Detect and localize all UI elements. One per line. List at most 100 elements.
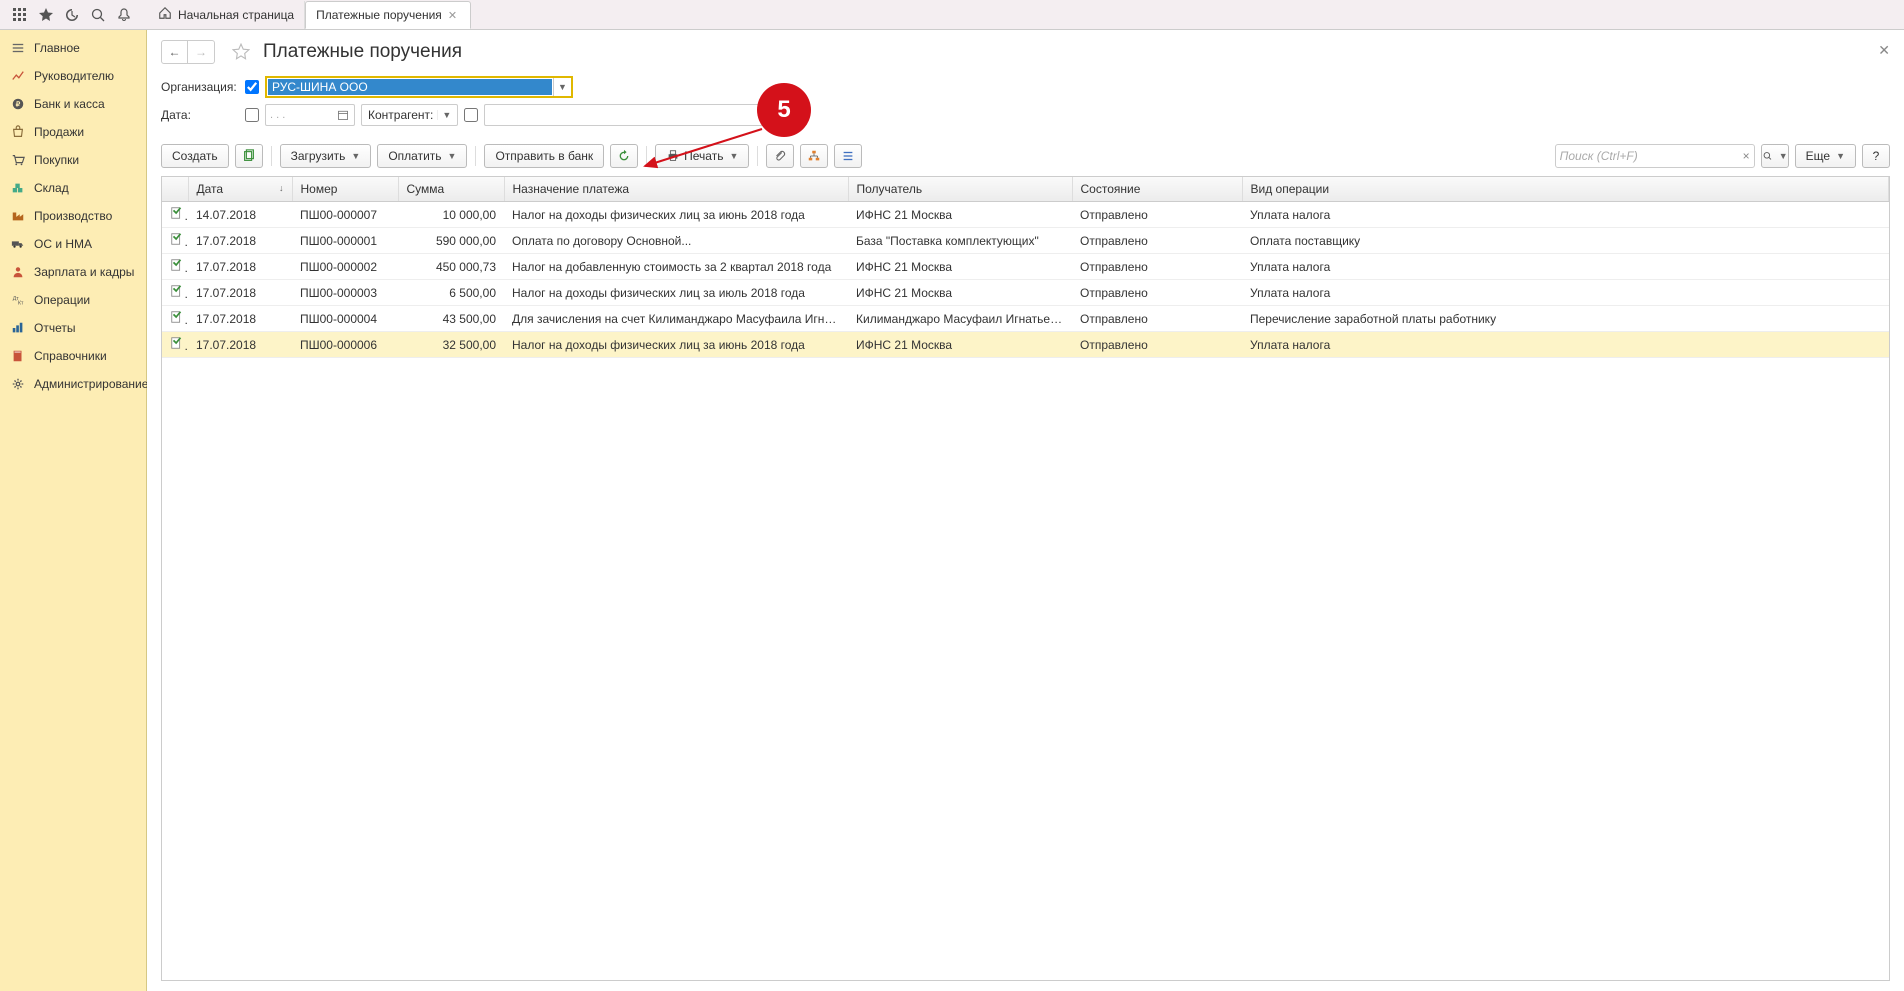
clear-icon[interactable]: × bbox=[1743, 149, 1750, 163]
col-state[interactable]: Состояние bbox=[1072, 177, 1242, 202]
find-button[interactable]: ▼ bbox=[1761, 144, 1789, 168]
col-purpose[interactable]: Назначение платежа bbox=[504, 177, 848, 202]
doc-sent-icon bbox=[170, 336, 184, 350]
org-input[interactable]: РУС-ШИНА ООО ▼ bbox=[265, 76, 573, 98]
cell-purpose: Налог на доходы физических лиц за июнь 2… bbox=[504, 332, 848, 358]
sidebar-item-reports[interactable]: Отчеты bbox=[0, 314, 146, 342]
sidebar-item-warehouse[interactable]: Склад bbox=[0, 174, 146, 202]
chart-up-icon bbox=[10, 68, 26, 84]
cell-state: Отправлено bbox=[1072, 228, 1242, 254]
col-recipient[interactable]: Получатель bbox=[848, 177, 1072, 202]
cell-type: Уплата налога bbox=[1242, 280, 1889, 306]
page-title: Платежные поручения bbox=[263, 41, 462, 63]
tab-home-label: Начальная страница bbox=[178, 8, 294, 22]
org-checkbox[interactable] bbox=[245, 80, 259, 94]
calendar-icon[interactable] bbox=[334, 109, 352, 121]
col-amount[interactable]: Сумма bbox=[398, 177, 504, 202]
col-number[interactable]: Номер bbox=[292, 177, 398, 202]
tab-home[interactable]: Начальная страница bbox=[148, 1, 305, 29]
history-icon[interactable] bbox=[60, 3, 84, 27]
top-icons bbox=[4, 3, 140, 27]
create-button[interactable]: Создать bbox=[161, 144, 229, 168]
apps-icon[interactable] bbox=[8, 3, 32, 27]
gear-icon bbox=[10, 376, 26, 392]
close-page-button[interactable]: ✕ bbox=[1878, 42, 1890, 59]
table-row[interactable]: 17.07.2018ПШ00-000002450 000,73Налог на … bbox=[162, 254, 1889, 280]
tab-payments[interactable]: Платежные поручения ✕ bbox=[305, 1, 471, 29]
search-icon[interactable] bbox=[86, 3, 110, 27]
structure-button[interactable] bbox=[800, 144, 828, 168]
star-icon[interactable] bbox=[34, 3, 58, 27]
help-button[interactable]: ? bbox=[1862, 144, 1890, 168]
cell-state: Отправлено bbox=[1072, 306, 1242, 332]
attachment-button[interactable] bbox=[766, 144, 794, 168]
top-bar: Начальная страница Платежные поручения ✕ bbox=[0, 0, 1904, 30]
more-button[interactable]: Еще▼ bbox=[1795, 144, 1856, 168]
svg-text:Кт: Кт bbox=[18, 300, 24, 306]
table-row[interactable]: 17.07.2018ПШ00-00000443 500,00Для зачисл… bbox=[162, 306, 1889, 332]
sidebar-item-operations[interactable]: ДтКт Операции bbox=[0, 286, 146, 314]
col-type[interactable]: Вид операции bbox=[1242, 177, 1889, 202]
kontragent-input[interactable]: ▼ bbox=[484, 104, 802, 126]
col-date[interactable]: Дата↓ bbox=[188, 177, 292, 202]
date-checkbox[interactable] bbox=[245, 108, 259, 122]
truck-icon bbox=[10, 236, 26, 252]
bell-icon[interactable] bbox=[112, 3, 136, 27]
back-button[interactable]: ← bbox=[162, 41, 188, 63]
bars-icon bbox=[10, 320, 26, 336]
payments-table: Дата↓ Номер Сумма Назначение платежа Пол… bbox=[162, 177, 1889, 358]
copy-button[interactable] bbox=[235, 144, 263, 168]
sidebar-item-assets[interactable]: ОС и НМА bbox=[0, 230, 146, 258]
send-bank-button[interactable]: Отправить в банк bbox=[484, 144, 604, 168]
kontragent-checkbox[interactable] bbox=[464, 108, 478, 122]
cell-purpose: Для зачисления на счет Килиманджаро Масу… bbox=[504, 306, 848, 332]
table-row[interactable]: 17.07.2018ПШ00-00000632 500,00Налог на д… bbox=[162, 332, 1889, 358]
table-row[interactable]: 14.07.2018ПШ00-00000710 000,00Налог на д… bbox=[162, 202, 1889, 228]
sidebar-item-label: Администрирование bbox=[34, 377, 148, 391]
cell-purpose: Налог на доходы физических лиц за июнь 2… bbox=[504, 202, 848, 228]
sidebar-item-main[interactable]: Главное bbox=[0, 34, 146, 62]
close-icon[interactable]: ✕ bbox=[448, 9, 460, 22]
cell-state: Отправлено bbox=[1072, 254, 1242, 280]
sidebar-item-label: Склад bbox=[34, 181, 69, 195]
kontragent-label-box[interactable]: Контрагент: ▼ bbox=[361, 104, 458, 126]
sidebar-item-production[interactable]: Производство bbox=[0, 202, 146, 230]
dropdown-icon[interactable]: ▼ bbox=[553, 78, 571, 96]
load-button[interactable]: Загрузить▼ bbox=[280, 144, 372, 168]
sidebar-item-bank[interactable]: ₽ Банк и касса bbox=[0, 90, 146, 118]
sidebar-item-salary[interactable]: Зарплата и кадры bbox=[0, 258, 146, 286]
cell-number: ПШ00-000003 bbox=[292, 280, 398, 306]
date-placeholder: . . . bbox=[270, 109, 285, 121]
menu-icon bbox=[10, 40, 26, 56]
sidebar-item-manager[interactable]: Руководителю bbox=[0, 62, 146, 90]
forward-button[interactable]: → bbox=[188, 41, 214, 63]
date-label: Дата: bbox=[161, 108, 239, 122]
doc-sent-icon bbox=[170, 284, 184, 298]
ruble-icon: ₽ bbox=[10, 96, 26, 112]
sidebar-item-sales[interactable]: Продажи bbox=[0, 118, 146, 146]
print-button[interactable]: Печать▼ bbox=[655, 144, 749, 168]
sidebar-item-admin[interactable]: Администрирование bbox=[0, 370, 146, 398]
doc-sent-icon bbox=[170, 232, 184, 246]
cell-recipient: База "Поставка комплектующих" bbox=[848, 228, 1072, 254]
search-input[interactable]: Поиск (Ctrl+F) × bbox=[1555, 144, 1755, 168]
cell-recipient: ИФНС 21 Москва bbox=[848, 254, 1072, 280]
cell-date: 17.07.2018 bbox=[188, 306, 292, 332]
refresh-button[interactable] bbox=[610, 144, 638, 168]
operations-icon: ДтКт bbox=[10, 292, 26, 308]
favorite-button[interactable] bbox=[229, 40, 253, 64]
list-button[interactable] bbox=[834, 144, 862, 168]
dropdown-icon[interactable]: ▼ bbox=[437, 110, 451, 120]
divider bbox=[271, 146, 272, 166]
factory-icon bbox=[10, 208, 26, 224]
date-input[interactable]: . . . bbox=[265, 104, 355, 126]
col-icon[interactable] bbox=[162, 177, 188, 202]
sidebar-item-purchases[interactable]: Покупки bbox=[0, 146, 146, 174]
cell-purpose: Налог на добавленную стоимость за 2 квар… bbox=[504, 254, 848, 280]
sidebar-item-references[interactable]: Справочники bbox=[0, 342, 146, 370]
cell-date: 17.07.2018 bbox=[188, 332, 292, 358]
table-row[interactable]: 17.07.2018ПШ00-0000036 500,00Налог на до… bbox=[162, 280, 1889, 306]
pay-button[interactable]: Оплатить▼ bbox=[377, 144, 467, 168]
table-row[interactable]: 17.07.2018ПШ00-000001590 000,00Оплата по… bbox=[162, 228, 1889, 254]
cell-amount: 590 000,00 bbox=[398, 228, 504, 254]
